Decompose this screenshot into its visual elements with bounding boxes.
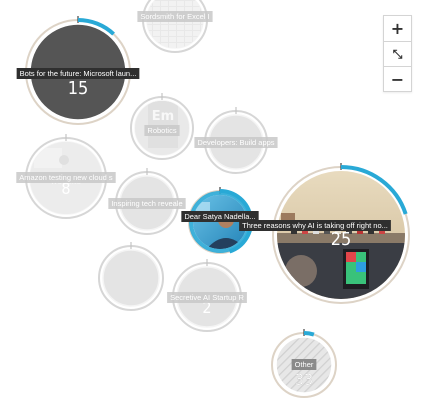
bubble-count: 25 [331,229,352,250]
bubble-title: Robotics [144,125,180,136]
bubble-title: Inspiring tech reveale [108,198,186,209]
svg-text:Other: Other [295,360,314,369]
progress-arc [303,331,315,337]
bubble-title: Bots for the future: Microsoft laun... [16,68,140,79]
bubble-count: 15 [68,78,89,99]
svg-text:Developers: Build apps: Developers: Build apps [197,138,274,147]
bubble-inspiring-tech[interactable]: Inspiring tech reveale [108,168,186,235]
zoom-in-button[interactable]: + [384,16,411,41]
zoom-out-button[interactable]: − [384,66,411,91]
plus-icon: + [390,19,405,38]
bubble-developers-build[interactable]: Developers: Build apps [194,107,278,174]
collapse-arrows-icon: ⤡ [392,46,403,61]
bubble-other[interactable]: 33Other [271,329,337,398]
bubble-three-reasons[interactable]: 25Three reasons why AI is taking off rig… [239,163,410,311]
bubble-sordsmith[interactable]: Sordsmith for Excel I [137,0,213,53]
bubble-map: Sordsmith for Excel I15Bots for the futu… [16,0,410,398]
bubble-count: 33 [295,370,313,389]
zoom-reset-button[interactable]: ⤡ [384,41,411,66]
bubble-amazon-testing[interactable]: website8Amazon testing new cloud s [16,134,116,219]
bubble-empty-gray[interactable] [98,242,164,311]
bubble-secretive-ai[interactable]: 2Secretive AI Startup R [167,259,247,332]
bubble-title: Amazon testing new cloud s [16,172,116,183]
svg-text:Robotics: Robotics [147,126,176,135]
bubble-title: Developers: Build apps [194,137,278,148]
bubble-title: Other [291,359,317,370]
svg-text:Bots for the future: Microsoft: Bots for the future: Microsoft laun... [20,69,137,78]
svg-text:Three reasons why AI is taking: Three reasons why AI is taking off right… [242,221,388,230]
bubble-title: Three reasons why AI is taking off right… [239,220,391,231]
bubble-title: Secretive AI Startup R [167,292,247,303]
svg-text:Secretive AI Startup R: Secretive AI Startup R [170,293,244,302]
svg-text:Amazon testing new cloud s: Amazon testing new cloud s [19,173,113,182]
minus-icon: − [390,69,405,89]
bubble-robotics[interactable]: EmRobotics [130,93,194,160]
svg-text:Dear Satya Nadella...: Dear Satya Nadella... [184,212,255,221]
zoom-controls: + ⤡ − [383,15,412,92]
svg-text:Inspiring tech reveale: Inspiring tech reveale [111,199,182,208]
svg-text:Sordsmith for Excel I: Sordsmith for Excel I [140,12,209,21]
bubble-bots-future[interactable]: 15Bots for the future: Microsoft laun... [16,16,140,125]
bubble-title: Sordsmith for Excel I [137,11,213,22]
